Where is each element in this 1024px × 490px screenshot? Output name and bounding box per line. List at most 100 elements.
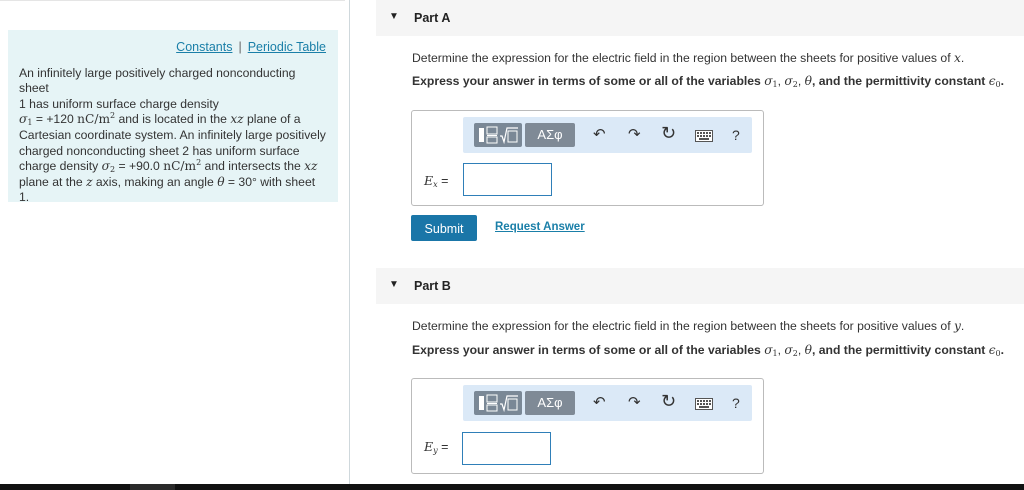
keyboard-shape xyxy=(695,130,713,142)
submit-button[interactable]: Submit xyxy=(411,215,477,241)
sigma-symbol: σ xyxy=(764,343,773,357)
problem-text-span: charge density xyxy=(19,159,99,174)
problem-text-span: axis, making an angle xyxy=(95,174,214,189)
part-a-instruction: Express your answer in terms of some or … xyxy=(412,74,1005,89)
part-b-answer-input[interactable] xyxy=(462,432,551,465)
instruction-end: . xyxy=(1000,74,1005,88)
symbols-button[interactable]: ΑΣφ xyxy=(525,123,575,147)
problem-text-span: charged nonconducting sheet 2 has unifor… xyxy=(19,143,300,158)
collapse-arrow-icon[interactable]: ▼ xyxy=(389,11,399,22)
part-b-header[interactable]: ▼ Part B xyxy=(376,268,1024,304)
theta-symbol: θ xyxy=(217,174,225,189)
keyboard-icon[interactable] xyxy=(695,128,713,148)
question-text: Determine the expression for the electri… xyxy=(412,319,951,333)
problem-line: charge density σ2 = +90.0 nC/m2 and inte… xyxy=(19,159,326,175)
constants-link[interactable]: Constants xyxy=(176,40,232,54)
problem-info-panel: Constants | Periodic Table An infinitely l… xyxy=(8,30,338,204)
help-icon[interactable]: ? xyxy=(732,125,740,145)
scrollbar-thumb[interactable] xyxy=(130,484,175,490)
question-end: . xyxy=(960,319,965,333)
problem-text-span: plane of a xyxy=(247,112,301,127)
problem-text-span: 1. xyxy=(19,190,30,205)
part-a-answer-box: ΑΣφ ↶ ↷ ↻ ? Ex = xyxy=(411,110,764,206)
keyboard-icon[interactable] xyxy=(695,396,713,416)
theta-symbol: θ xyxy=(804,343,812,357)
part-b-answer-box: ΑΣφ ↶ ↷ ↻ ? Ey = xyxy=(411,378,764,474)
reset-icon[interactable]: ↻ xyxy=(661,123,676,143)
question-text: Determine the expression for the electri… xyxy=(412,51,951,65)
link-separator: | xyxy=(238,40,242,54)
templates-button[interactable] xyxy=(474,123,522,147)
comma: , xyxy=(797,343,802,357)
unit: nC/m xyxy=(77,112,111,127)
part-a-title: Part A xyxy=(414,11,451,25)
label-equals: = xyxy=(441,440,449,454)
question-end: . xyxy=(960,51,965,65)
sigma2-symbol: σ xyxy=(101,159,110,174)
part-a-header[interactable]: ▼ Part A xyxy=(376,0,1024,36)
comma: , xyxy=(777,74,782,88)
problem-line: σ1 = +120 nC/m2 and is located in the xz… xyxy=(19,112,326,128)
problem-text-span: plane at the xyxy=(19,174,83,189)
label-subscript: x xyxy=(433,180,438,189)
comma: , xyxy=(797,74,802,88)
theta-value: = 30° with sheet xyxy=(227,174,316,189)
templates-icon xyxy=(479,394,518,413)
redo-icon[interactable]: ↷ xyxy=(628,125,641,145)
redo-icon[interactable]: ↷ xyxy=(628,393,641,413)
reset-icon[interactable]: ↻ xyxy=(661,391,676,411)
epsilon-symbol: ϵ xyxy=(988,343,996,357)
instruction-tail: , and the permittivity constant xyxy=(811,74,986,88)
comma: , xyxy=(777,343,782,357)
theta-symbol: θ xyxy=(804,74,812,88)
request-answer-link[interactable]: Request Answer xyxy=(495,221,585,233)
math-toolbar: ΑΣφ ↶ ↷ ↻ ? xyxy=(463,117,752,153)
column-divider xyxy=(349,0,350,484)
templates-icon xyxy=(479,126,518,145)
part-b-question: Determine the expression for the electri… xyxy=(412,319,964,333)
horizontal-scrollbar[interactable] xyxy=(0,484,1024,490)
answer-label: Ey = xyxy=(424,439,449,455)
unit: nC/m xyxy=(163,159,197,174)
problem-line: plane at the z axis, making an angle θ =… xyxy=(19,175,326,191)
label-equals: = xyxy=(441,174,449,188)
problem-text-span: 1 has uniform surface charge density xyxy=(19,96,219,111)
unit-exponent: 2 xyxy=(110,111,116,121)
problem-line: charged nonconducting sheet 2 has unifor… xyxy=(19,144,326,160)
label-E: E xyxy=(424,439,434,454)
problem-text-span: An infinitely large positively charged n… xyxy=(19,65,296,96)
label-subscript: y xyxy=(433,446,438,455)
xz-plane-symbol: xz xyxy=(230,112,244,127)
top-rule xyxy=(0,0,345,1)
help-icon[interactable]: ? xyxy=(732,393,740,413)
sigma1-subscript: 1 xyxy=(27,118,33,128)
collapse-arrow-icon[interactable]: ▼ xyxy=(389,279,399,290)
problem-text-span: Cartesian coordinate system. An infinite… xyxy=(19,127,326,142)
label-E: E xyxy=(424,173,434,188)
periodic-table-link[interactable]: Periodic Table xyxy=(248,40,326,54)
keyboard-shape xyxy=(695,398,713,410)
sigma1-value: = +120 xyxy=(35,112,74,127)
math-toolbar: ΑΣφ ↶ ↷ ↻ ? xyxy=(463,385,752,421)
part-a-answer-input[interactable] xyxy=(463,163,552,196)
z-axis-symbol: z xyxy=(86,174,93,189)
problem-line: 1. xyxy=(19,190,326,206)
instruction-end: . xyxy=(1000,343,1005,357)
instruction-text: Express your answer in terms of some or … xyxy=(412,343,761,357)
answer-label: Ex = xyxy=(424,173,449,189)
problem-text-span: and is located in the xyxy=(118,112,227,127)
templates-button[interactable] xyxy=(474,391,522,415)
instruction-text: Express your answer in terms of some or … xyxy=(412,74,761,88)
undo-icon[interactable]: ↶ xyxy=(593,125,606,145)
problem-text-span: and intersects the xyxy=(204,159,301,174)
undo-icon[interactable]: ↶ xyxy=(593,393,606,413)
part-b-title: Part B xyxy=(414,279,451,293)
symbols-button[interactable]: ΑΣφ xyxy=(525,391,575,415)
instruction-tail: , and the permittivity constant xyxy=(811,343,986,357)
problem-line: Cartesian coordinate system. An infinite… xyxy=(19,128,326,144)
problem-line: 1 has uniform surface charge density xyxy=(19,97,326,113)
unit-exponent: 2 xyxy=(196,158,202,168)
problem-line: An infinitely large positively charged n… xyxy=(19,66,326,97)
sigma2-value: = +90.0 xyxy=(118,159,160,174)
question-variable: x xyxy=(953,51,961,65)
